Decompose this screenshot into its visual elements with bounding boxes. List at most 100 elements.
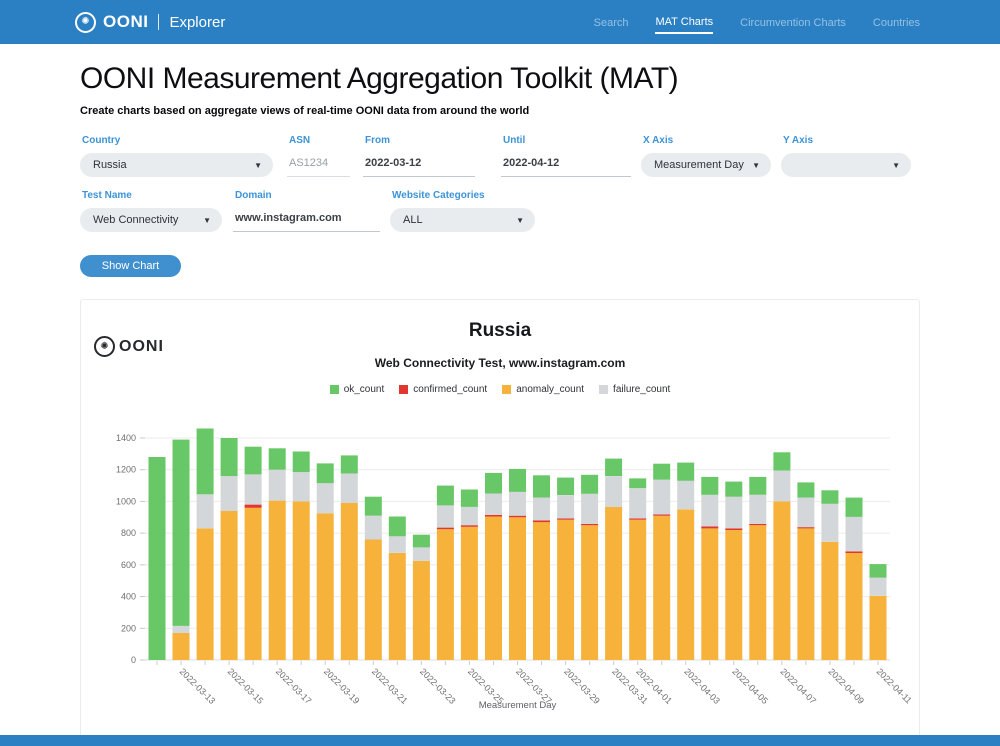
bar-segment-ok_count[interactable]: [461, 490, 478, 507]
bar-segment-confirmed_count[interactable]: [581, 524, 598, 525]
bar-segment-failure_count[interactable]: [317, 483, 334, 513]
bar-segment-failure_count[interactable]: [269, 470, 286, 501]
bar-segment-failure_count[interactable]: [725, 497, 742, 529]
bar-segment-failure_count[interactable]: [293, 472, 310, 501]
y-axis-select[interactable]: ▼: [781, 153, 911, 177]
bar-segment-failure_count[interactable]: [653, 480, 670, 515]
bar-segment-ok_count[interactable]: [413, 535, 430, 548]
bar-segment-ok_count[interactable]: [725, 482, 742, 497]
bar-segment-anomaly_count[interactable]: [389, 553, 406, 660]
bar-segment-ok_count[interactable]: [437, 486, 454, 506]
bar-segment-failure_count[interactable]: [437, 505, 454, 527]
bar-segment-confirmed_count[interactable]: [509, 516, 526, 518]
bar-segment-anomaly_count[interactable]: [509, 517, 526, 660]
bar-segment-failure_count[interactable]: [581, 494, 598, 524]
bar-segment-ok_count[interactable]: [149, 457, 166, 660]
bar-segment-failure_count[interactable]: [629, 488, 646, 518]
bar-segment-confirmed_count[interactable]: [245, 505, 262, 508]
bar-segment-failure_count[interactable]: [173, 626, 190, 633]
bar-segment-failure_count[interactable]: [461, 507, 478, 525]
bar-segment-anomaly_count[interactable]: [773, 501, 790, 660]
bar-segment-ok_count[interactable]: [701, 477, 718, 495]
bar-segment-ok_count[interactable]: [341, 455, 358, 473]
bar-segment-anomaly_count[interactable]: [221, 511, 238, 660]
bar-segment-failure_count[interactable]: [221, 476, 238, 511]
bar-segment-confirmed_count[interactable]: [653, 514, 670, 515]
bar-segment-ok_count[interactable]: [197, 429, 214, 495]
bar-segment-ok_count[interactable]: [317, 463, 334, 483]
bar-segment-ok_count[interactable]: [533, 475, 550, 497]
bar-segment-failure_count[interactable]: [557, 495, 574, 518]
bar-segment-failure_count[interactable]: [245, 475, 262, 505]
nav-item-mat-charts[interactable]: MAT Charts: [655, 11, 713, 34]
bar-segment-ok_count[interactable]: [245, 447, 262, 475]
bar-segment-failure_count[interactable]: [533, 498, 550, 521]
show-chart-button[interactable]: Show Chart: [80, 255, 181, 277]
bar-segment-confirmed_count[interactable]: [461, 525, 478, 527]
bar-segment-failure_count[interactable]: [485, 494, 502, 515]
nav-item-search[interactable]: Search: [594, 12, 629, 33]
bar-segment-ok_count[interactable]: [821, 490, 838, 504]
bar-segment-anomaly_count[interactable]: [437, 529, 454, 660]
nav-item-circumvention-charts[interactable]: Circumvention Charts: [740, 12, 846, 33]
bar-segment-confirmed_count[interactable]: [437, 528, 454, 530]
bar-segment-anomaly_count[interactable]: [485, 517, 502, 661]
bar-segment-confirmed_count[interactable]: [533, 521, 550, 523]
bar-segment-anomaly_count[interactable]: [341, 503, 358, 660]
bar-segment-ok_count[interactable]: [557, 478, 574, 495]
until-date-input[interactable]: [501, 153, 631, 177]
bar-segment-anomaly_count[interactable]: [821, 542, 838, 660]
bar-segment-anomaly_count[interactable]: [173, 633, 190, 660]
bar-segment-confirmed_count[interactable]: [797, 527, 814, 528]
bar-segment-confirmed_count[interactable]: [485, 515, 502, 517]
bar-segment-anomaly_count[interactable]: [245, 508, 262, 660]
bar-segment-anomaly_count[interactable]: [653, 516, 670, 660]
bar-segment-anomaly_count[interactable]: [581, 525, 598, 660]
from-date-input[interactable]: [363, 153, 475, 177]
bar-segment-failure_count[interactable]: [797, 498, 814, 528]
bar-segment-ok_count[interactable]: [870, 564, 887, 578]
bar-segment-ok_count[interactable]: [485, 473, 502, 494]
bar-segment-anomaly_count[interactable]: [870, 596, 887, 660]
bar-segment-confirmed_count[interactable]: [725, 528, 742, 530]
website-categories-select[interactable]: ALL ▼: [390, 208, 535, 232]
bar-segment-anomaly_count[interactable]: [749, 525, 766, 660]
bar-segment-anomaly_count[interactable]: [293, 501, 310, 660]
bar-segment-ok_count[interactable]: [173, 440, 190, 626]
bar-segment-failure_count[interactable]: [413, 547, 430, 561]
bar-segment-anomaly_count[interactable]: [317, 513, 334, 660]
bar-segment-failure_count[interactable]: [773, 471, 790, 502]
bar-segment-ok_count[interactable]: [653, 464, 670, 480]
bar-segment-failure_count[interactable]: [341, 474, 358, 503]
bar-segment-ok_count[interactable]: [605, 459, 622, 476]
bar-segment-ok_count[interactable]: [846, 498, 863, 517]
ooni-explorer-home-link[interactable]: ✺ OONI Explorer: [75, 12, 225, 33]
bar-segment-confirmed_count[interactable]: [629, 518, 646, 519]
bar-segment-confirmed_count[interactable]: [749, 524, 766, 525]
bar-segment-anomaly_count[interactable]: [797, 528, 814, 660]
bar-segment-ok_count[interactable]: [365, 497, 382, 516]
bar-segment-anomaly_count[interactable]: [629, 520, 646, 660]
bar-segment-failure_count[interactable]: [197, 494, 214, 528]
bar-segment-ok_count[interactable]: [509, 469, 526, 492]
bar-segment-ok_count[interactable]: [581, 475, 598, 494]
test-name-select[interactable]: Web Connectivity ▼: [80, 208, 222, 232]
bar-segment-anomaly_count[interactable]: [197, 528, 214, 660]
bar-segment-ok_count[interactable]: [797, 482, 814, 497]
country-select[interactable]: Russia ▼: [80, 153, 273, 177]
domain-input[interactable]: [233, 208, 380, 232]
asn-input[interactable]: [287, 153, 350, 177]
bar-segment-anomaly_count[interactable]: [413, 561, 430, 660]
bar-segment-failure_count[interactable]: [389, 536, 406, 553]
bar-segment-ok_count[interactable]: [749, 477, 766, 495]
bar-segment-ok_count[interactable]: [629, 478, 646, 488]
bar-segment-ok_count[interactable]: [293, 452, 310, 473]
bar-segment-anomaly_count[interactable]: [557, 520, 574, 660]
bar-segment-anomaly_count[interactable]: [533, 522, 550, 660]
bar-segment-anomaly_count[interactable]: [461, 527, 478, 660]
bar-segment-ok_count[interactable]: [773, 452, 790, 470]
bar-segment-ok_count[interactable]: [389, 517, 406, 537]
bar-segment-failure_count[interactable]: [509, 492, 526, 516]
nav-item-countries[interactable]: Countries: [873, 12, 920, 33]
bar-segment-failure_count[interactable]: [701, 495, 718, 527]
